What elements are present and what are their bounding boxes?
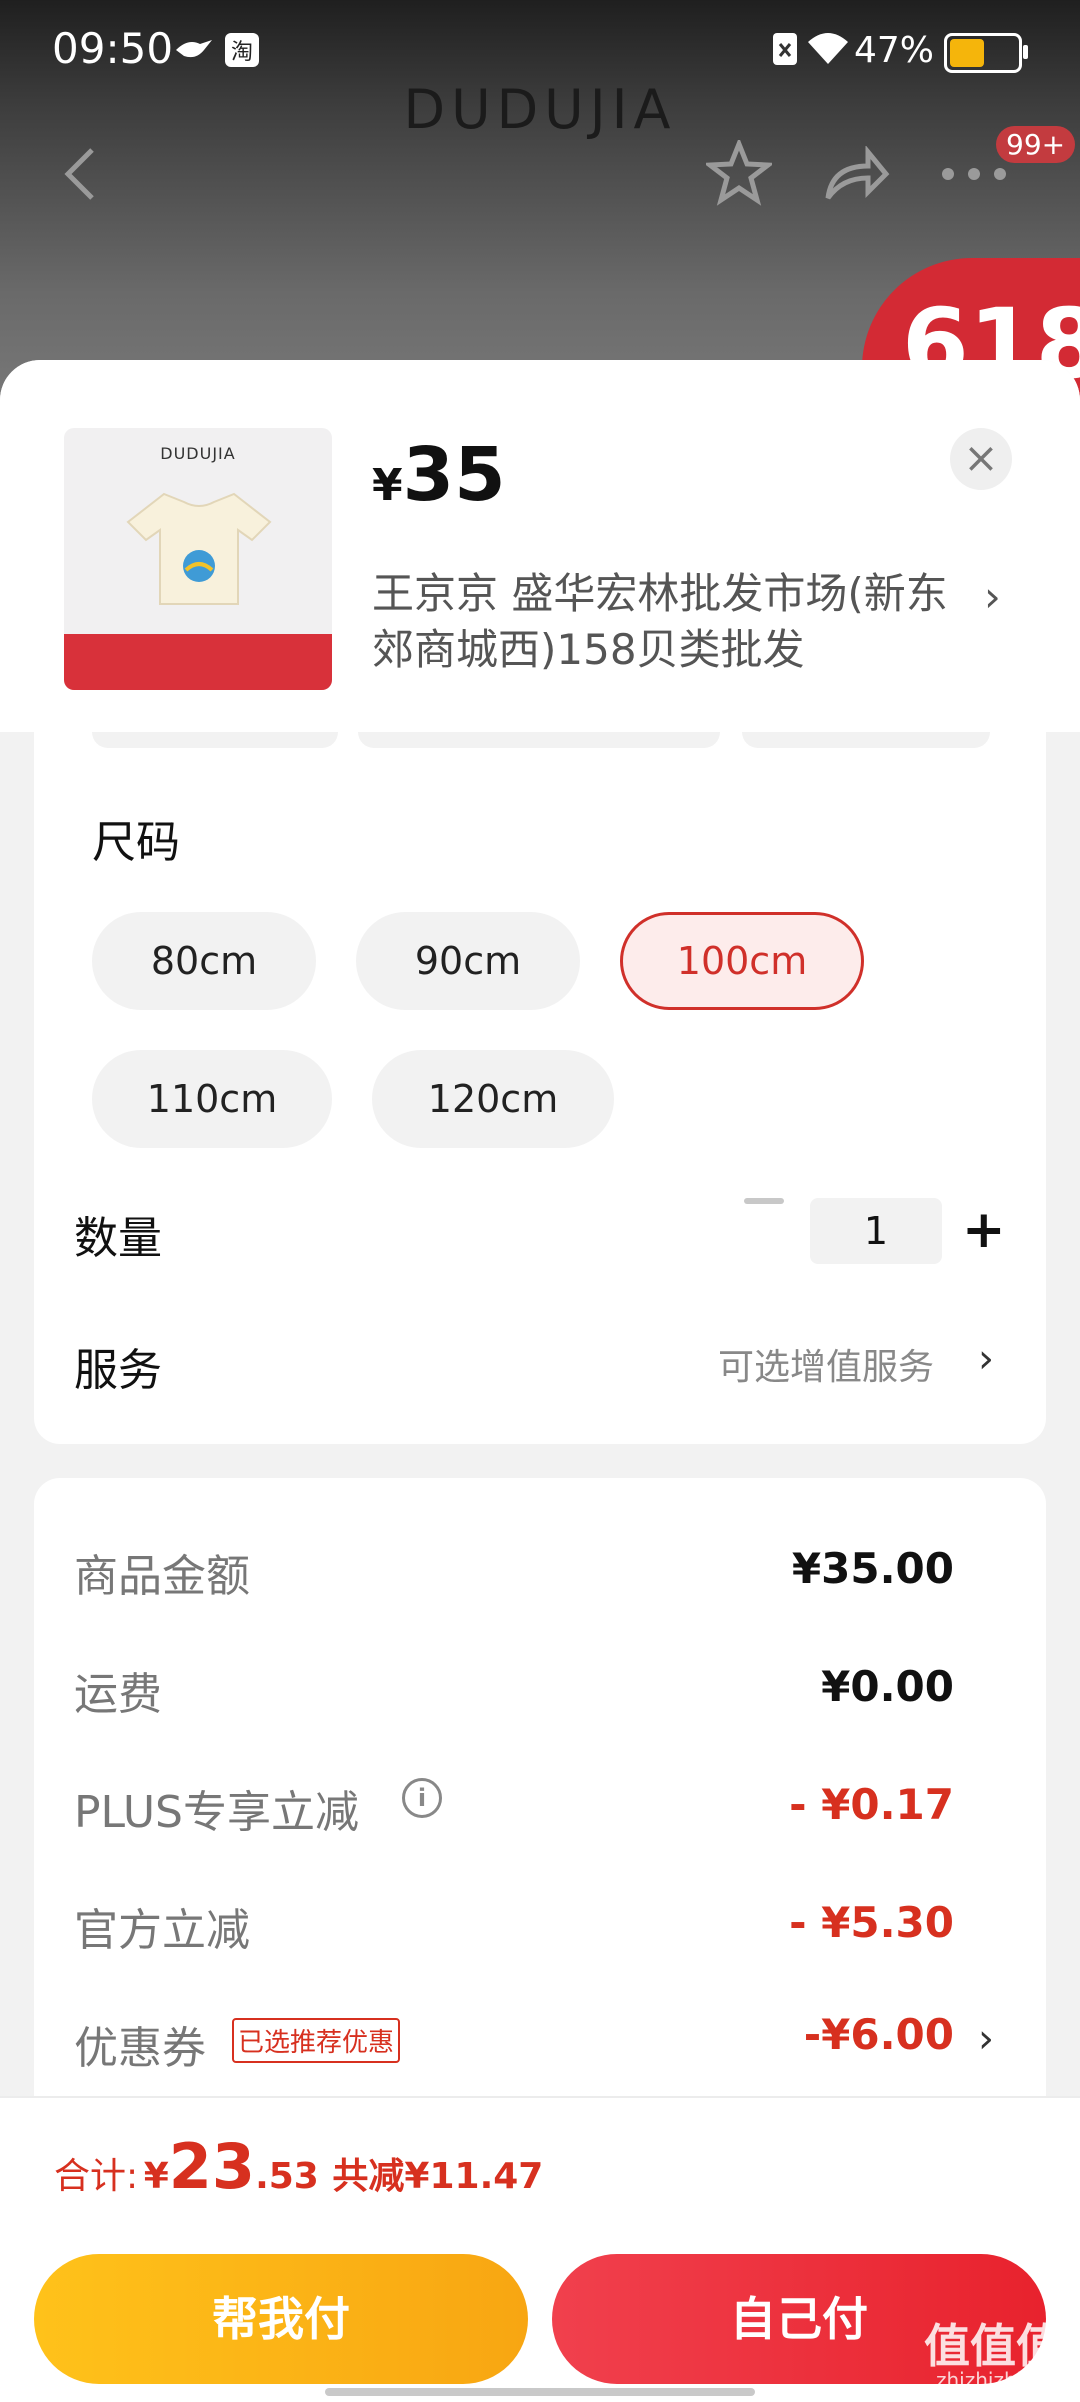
size-chip-100cm[interactable]: 100cm <box>620 912 864 1010</box>
wifi-icon <box>808 33 848 64</box>
fee-label-plus: PLUS专享立减 <box>74 1787 359 1838</box>
close-button[interactable]: × <box>950 428 1012 490</box>
total-saved: 共减¥11.47 <box>332 2156 544 2197</box>
size-chip-120cm[interactable]: 120cm <box>372 1050 614 1148</box>
message-badge: 99+ <box>996 126 1076 163</box>
quantity-decrease-button[interactable] <box>744 1198 784 1204</box>
sim-icon <box>773 33 797 65</box>
background-brand-title: DUDUJIA <box>403 78 677 141</box>
info-icon[interactable]: i <box>402 1778 442 1818</box>
chevron-right-icon[interactable]: › <box>978 2016 994 2062</box>
quantity-input[interactable]: 1 <box>810 1198 942 1264</box>
fee-label-official: 官方立减 <box>74 1905 250 1956</box>
help-pay-button[interactable]: 帮我付 <box>34 2254 528 2384</box>
status-time: 09:50 <box>52 24 174 73</box>
share-icon[interactable] <box>824 146 890 202</box>
size-chip-80cm[interactable]: 80cm <box>92 912 316 1010</box>
more-icon[interactable] <box>940 166 1008 182</box>
service-value[interactable]: 可选增值服务 <box>718 1338 934 1390</box>
previous-option-chip[interactable] <box>742 732 990 748</box>
previous-option-chip[interactable] <box>92 732 338 748</box>
thumbnail-brand: DUDUJIA <box>160 444 236 463</box>
price-value: 35 <box>402 432 506 518</box>
notification-bird-icon <box>176 40 212 58</box>
fee-label-shipping: 运费 <box>74 1669 162 1720</box>
quantity-label: 数量 <box>74 1213 162 1264</box>
size-section-title: 尺码 <box>92 817 180 868</box>
home-indicator[interactable] <box>325 2388 755 2396</box>
svg-text:淘: 淘 <box>231 40 253 65</box>
fee-label-goods: 商品金额 <box>74 1551 250 1602</box>
total-label: 合计: <box>54 2156 139 2197</box>
watermark-url: zhizhizhi.com <box>936 2368 1072 2392</box>
quantity-increase-button[interactable]: + <box>962 1200 1006 1260</box>
shop-name[interactable]: 王京京 盛华宏林批发市场(新东郊商城西)158贝类批发 <box>372 566 972 678</box>
fee-value-goods: ¥35.00 <box>791 1544 954 1593</box>
battery-icon <box>944 33 1028 73</box>
previous-option-chip[interactable] <box>358 732 720 748</box>
coupon-recommended-tag: 已选推荐优惠 <box>232 2018 401 2063</box>
fee-label-coupon: 优惠券 <box>74 2023 206 2074</box>
price-symbol: ¥ <box>372 460 403 511</box>
fee-value-shipping: ¥0.00 <box>821 1662 954 1711</box>
size-chip-110cm[interactable]: 110cm <box>92 1050 332 1148</box>
chevron-right-icon[interactable]: › <box>984 572 1001 621</box>
total-decimal: .53 <box>255 2156 319 2197</box>
watermark: 值值值 <box>924 2319 1062 2373</box>
fee-value-plus: - ¥0.17 <box>789 1780 954 1829</box>
fee-value-official: - ¥5.30 <box>789 1898 954 1947</box>
taobao-icon: 淘 <box>225 33 259 67</box>
star-icon[interactable] <box>706 140 772 206</box>
total-currency: ¥ <box>143 2156 169 2197</box>
service-label: 服务 <box>74 1345 162 1396</box>
battery-percent: 47% <box>853 30 934 71</box>
thumbnail-promo-banner <box>64 634 332 690</box>
back-arrow-icon[interactable] <box>62 146 98 202</box>
product-thumbnail: DUDUJIA <box>64 428 332 690</box>
size-chip-90cm[interactable]: 90cm <box>356 912 580 1010</box>
fee-value-coupon[interactable]: -¥6.00 <box>804 2010 954 2059</box>
tshirt-image <box>126 492 272 605</box>
total-price: 合计: ¥23.53 共减¥11.47 <box>54 2130 543 2203</box>
chevron-right-icon[interactable]: › <box>978 1336 994 1382</box>
product-price: ¥35 <box>372 432 506 518</box>
total-integer: 23 <box>168 2130 256 2203</box>
